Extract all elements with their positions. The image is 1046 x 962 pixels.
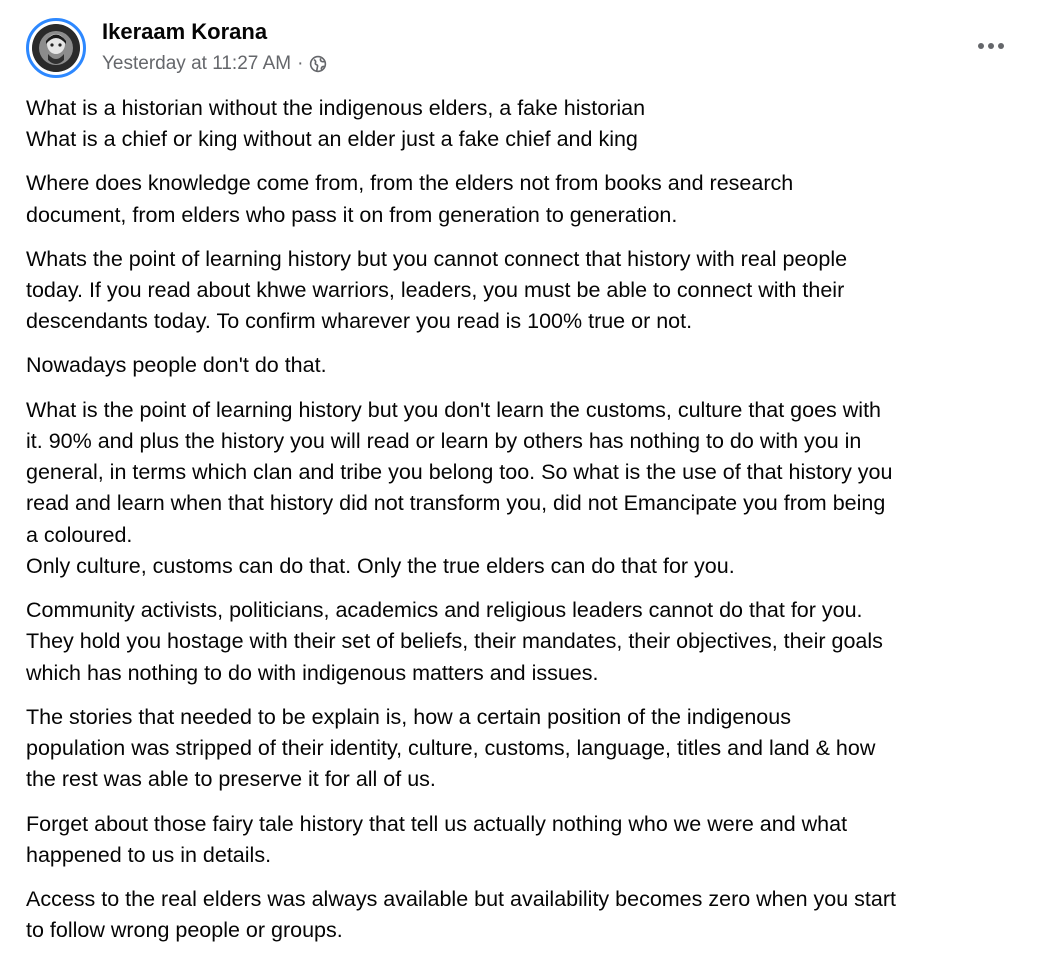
- post-text-line: What is a chief or king without an elder…: [26, 127, 638, 152]
- post-text-line: descendants today. To confirm wharever y…: [26, 309, 693, 334]
- post-paragraph: Where does knowledge come from, from the…: [26, 168, 1032, 231]
- post-text-line: to follow wrong people or groups.: [26, 918, 343, 943]
- post-text-line: document, from elders who pass it on fro…: [26, 202, 678, 227]
- post-body: What is a historian without the indigeno…: [26, 93, 1032, 959]
- post-text-line: read and learn when that history did not…: [26, 491, 886, 516]
- post-text-line: the rest was able to preserve it for all…: [26, 767, 436, 792]
- avatar[interactable]: [26, 18, 86, 78]
- post-text-line: which has nothing to do with indigenous …: [26, 660, 599, 685]
- post-paragraph: Nowadays people don't do that.: [26, 350, 1032, 381]
- post-paragraph: What is a historian without the indigeno…: [26, 93, 1032, 156]
- post-text-line: today. If you read about khwe warriors, …: [26, 278, 845, 303]
- post-paragraph: Forget about those fairy tale history th…: [26, 809, 1032, 872]
- post-text-line: Where does knowledge come from, from the…: [26, 171, 794, 196]
- post-header: Ikeraam Korana Yesterday at 11:27 AM ·: [0, 0, 1046, 90]
- post-timestamp[interactable]: Yesterday at 11:27 AM: [102, 52, 291, 76]
- post-text-line: happened to us in details.: [26, 842, 272, 867]
- post-paragraph: Whats the point of learning history but …: [26, 244, 1032, 338]
- author-name[interactable]: Ikeraam Korana: [102, 18, 267, 46]
- post-meta: Yesterday at 11:27 AM ·: [102, 52, 327, 76]
- post-text-line: The stories that needed to be explain is…: [26, 704, 791, 729]
- post-text-line: a coloured.: [26, 522, 133, 547]
- more-horizontal-icon: [978, 43, 1004, 49]
- avatar-image: [32, 24, 80, 72]
- post-text-line: population was stripped of their identit…: [26, 736, 876, 761]
- post-text-line: Only culture, customs can do that. Only …: [26, 554, 735, 579]
- post-paragraph: Access to the real elders was always ava…: [26, 884, 1032, 947]
- meta-separator: ·: [297, 53, 304, 74]
- post-text-line: What is the point of learning history bu…: [26, 397, 882, 422]
- profile-photo-icon: [32, 24, 80, 72]
- facebook-post: Ikeraam Korana Yesterday at 11:27 AM · W…: [0, 0, 1046, 962]
- post-text-line: Community activists, politicians, academ…: [26, 598, 863, 623]
- post-paragraph: Community activists, politicians, academ…: [26, 595, 1032, 689]
- post-paragraph: What is the point of learning history bu…: [26, 395, 1032, 583]
- post-text-line: Access to the real elders was always ava…: [26, 886, 896, 911]
- more-options-button[interactable]: [970, 30, 1012, 62]
- globe-icon[interactable]: [309, 55, 327, 73]
- post-text-line: it. 90% and plus the history you will re…: [26, 428, 862, 453]
- post-text-line: What is a historian without the indigeno…: [26, 96, 646, 120]
- post-text-line: Nowadays people don't do that.: [26, 353, 327, 378]
- post-text-line: Whats the point of learning history but …: [26, 246, 848, 271]
- post-paragraph: The stories that needed to be explain is…: [26, 702, 1032, 796]
- post-text-line: They hold you hostage with their set of …: [26, 629, 883, 654]
- post-text-line: Forget about those fairy tale history th…: [26, 811, 848, 836]
- post-text-line: general, in terms which clan and tribe y…: [26, 460, 893, 485]
